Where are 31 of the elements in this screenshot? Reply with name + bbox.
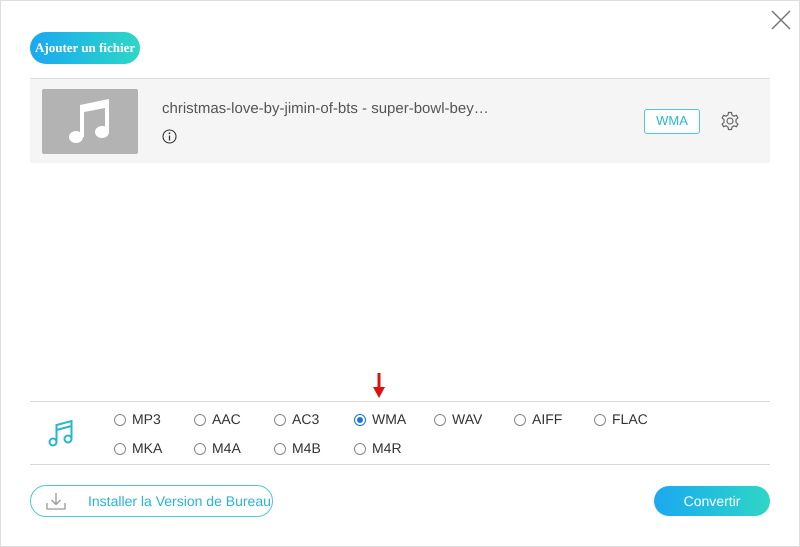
info-icon[interactable] — [162, 128, 177, 144]
download-icon — [46, 492, 66, 510]
radio-button[interactable] — [354, 442, 366, 454]
music-note-icon — [68, 97, 112, 145]
settings-icon[interactable] — [720, 111, 740, 131]
format-option[interactable]: M4A — [194, 438, 274, 459]
pointer-arrow — [373, 373, 385, 398]
radio-button[interactable] — [354, 414, 366, 426]
radio-button[interactable] — [114, 442, 126, 454]
format-option[interactable]: AAC — [194, 409, 274, 430]
radio-button[interactable] — [274, 442, 286, 454]
radio-button[interactable] — [194, 414, 206, 426]
music-note-icon — [48, 419, 74, 447]
radio-button[interactable] — [594, 414, 606, 426]
format-option[interactable]: AC3 — [274, 409, 354, 430]
format-option[interactable]: MP3 — [114, 409, 194, 430]
install-label: Installer la Version de Bureau — [88, 492, 271, 510]
close-icon[interactable] — [771, 10, 791, 30]
format-option[interactable]: WMA — [354, 409, 434, 430]
format-option[interactable]: WAV — [434, 409, 514, 430]
radio-button[interactable] — [274, 414, 286, 426]
radio-button[interactable] — [194, 442, 206, 454]
radio-button[interactable] — [114, 414, 126, 426]
format-option[interactable]: AIFF — [514, 409, 594, 430]
file-name: christmas-love-by-jimin-of-bts - super-bowl-bey… — [162, 99, 490, 120]
format-option[interactable]: M4R — [354, 438, 434, 459]
format-option[interactable]: M4B — [274, 438, 354, 459]
radio-button[interactable] — [514, 414, 526, 426]
radio-button[interactable] — [434, 414, 446, 426]
format-option[interactable]: MKA — [114, 438, 194, 459]
format-option[interactable]: FLAC — [594, 409, 674, 430]
